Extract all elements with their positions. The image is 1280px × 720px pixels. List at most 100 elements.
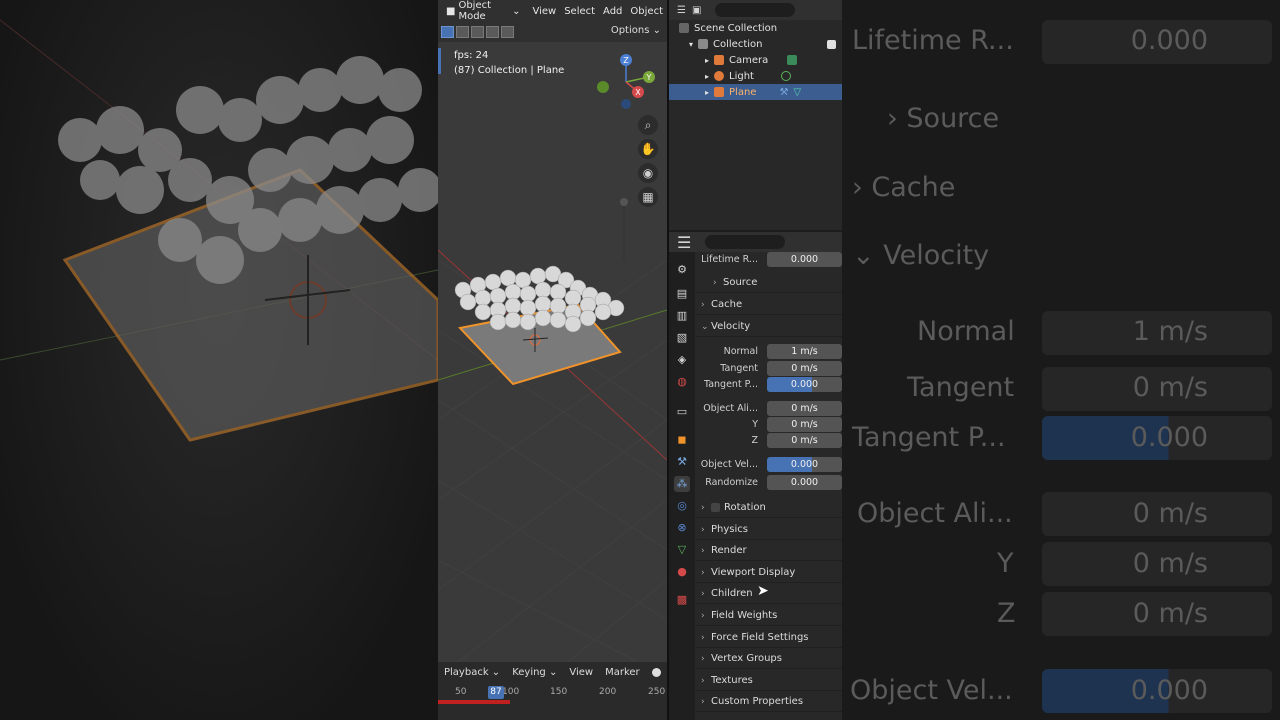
select-new-icon[interactable]: [441, 26, 454, 38]
timeline-header: Playback ⌄ Keying ⌄ View Marker: [438, 662, 667, 682]
select-intersect-icon[interactable]: [501, 26, 514, 38]
outliner-search-input[interactable]: [715, 3, 796, 17]
bg-tangent-phase-label: Tangent P...: [852, 422, 1006, 453]
record-icon[interactable]: [651, 667, 661, 677]
timeline[interactable]: Playback ⌄ Keying ⌄ View Marker 50 100 1…: [438, 662, 667, 720]
wrench-icon[interactable]: ⚒: [779, 87, 788, 98]
blender-window: ■ Object Mode ⌄ View Select Add Object O…: [438, 0, 842, 720]
tangent-field[interactable]: 0 m/s: [767, 361, 842, 376]
camera-object-icon: [714, 55, 725, 65]
view-layer-tab-icon[interactable]: ▧: [674, 330, 690, 346]
camera-icon[interactable]: ◉: [638, 163, 658, 183]
object-velocity-field[interactable]: 0.000: [767, 457, 842, 472]
velocity-panel[interactable]: ⌄ Velocity: [695, 317, 842, 337]
field-weights-panel[interactable]: › Field Weights: [695, 606, 842, 626]
menu-marker[interactable]: Marker: [605, 667, 640, 678]
mesh-data-icon[interactable]: ▽: [793, 87, 801, 98]
editor-type-icon[interactable]: ☰: [677, 5, 686, 16]
outliner-item-camera[interactable]: ▸ Camera: [669, 52, 842, 68]
data-tab-icon[interactable]: ▽: [674, 542, 690, 558]
background-scene-graphic: [0, 19, 438, 442]
modifier-tab-icon[interactable]: ⚒: [674, 454, 690, 470]
outliner-item-light[interactable]: ▸ Light: [669, 68, 842, 84]
output-tab-icon[interactable]: ▥: [674, 308, 690, 324]
viewport-display-label: Viewport Display: [711, 567, 796, 578]
light-data-icon[interactable]: [780, 71, 791, 81]
rotation-panel[interactable]: › Rotation: [695, 498, 842, 518]
gizmo-neg-y-axis[interactable]: [597, 81, 609, 93]
tangent-label: Tangent: [720, 363, 758, 374]
render-tab-icon[interactable]: ▤: [674, 286, 690, 302]
source-subpanel[interactable]: › Source: [695, 273, 842, 293]
options-dropdown[interactable]: Options ⌄: [611, 25, 661, 36]
scene-tab-icon[interactable]: ◈: [674, 352, 690, 368]
3d-viewport[interactable]: ■ Object Mode ⌄ View Select Add Object O…: [438, 0, 667, 662]
grid-icon[interactable]: ▦: [638, 187, 658, 207]
object-align-x-field[interactable]: 0 m/s: [767, 401, 842, 416]
physics-tab-icon[interactable]: ◎: [674, 498, 690, 514]
menu-playback[interactable]: Playback ⌄: [444, 667, 500, 678]
playhead[interactable]: 87: [488, 686, 504, 699]
menu-add[interactable]: Add: [603, 6, 622, 17]
properties-search-input[interactable]: [705, 235, 786, 249]
physics-panel[interactable]: › Physics: [695, 520, 842, 540]
menu-timeline-view[interactable]: View: [569, 667, 593, 678]
vertex-groups-panel[interactable]: › Vertex Groups: [695, 649, 842, 669]
menu-object[interactable]: Object: [630, 6, 663, 17]
collection-tab-icon[interactable]: ▭: [674, 404, 690, 420]
collection-label: Collection: [713, 38, 763, 50]
editor-type-icon[interactable]: ☰: [677, 233, 691, 252]
force-field-settings-panel[interactable]: › Force Field Settings: [695, 628, 842, 648]
outliner-scene-collection[interactable]: Scene Collection: [669, 20, 842, 36]
mode-selector[interactable]: ■ Object Mode ⌄: [442, 0, 524, 23]
outliner-item-collection[interactable]: ▾ Collection: [669, 36, 842, 52]
outliner: ☰ ▣ Scene Collection ▾ Collection ▸ Came…: [669, 0, 842, 230]
gizmo-neg-z-axis[interactable]: [621, 99, 631, 109]
menu-select[interactable]: Select: [564, 6, 595, 17]
zoom-icon[interactable]: ⌕: [638, 115, 658, 135]
world-tab-icon[interactable]: ◍: [674, 374, 690, 390]
navigation-gizmo[interactable]: Z Y X: [596, 52, 660, 116]
randomize-field[interactable]: 0.000: [767, 475, 842, 490]
menu-keying[interactable]: Keying ⌄: [512, 667, 557, 678]
textures-panel[interactable]: › Textures: [695, 671, 842, 691]
chevron-right-icon: ›: [701, 568, 705, 578]
normal-label: Normal: [723, 346, 758, 357]
menu-view[interactable]: View: [532, 6, 556, 17]
viewport-display-panel[interactable]: › Viewport Display: [695, 563, 842, 583]
object-tab-icon[interactable]: ◼: [674, 432, 690, 448]
lifetime-random-field[interactable]: 0.000: [767, 252, 842, 267]
select-extend-icon[interactable]: [456, 26, 469, 38]
camera-data-icon[interactable]: [787, 55, 798, 65]
bg-cache-label: › Cache: [852, 172, 955, 203]
object-velocity-label: Object Vel...: [700, 459, 758, 470]
normal-field[interactable]: 1 m/s: [767, 344, 842, 359]
scene-collection-label: Scene Collection: [694, 22, 778, 34]
object-align-y-field[interactable]: 0 m/s: [767, 417, 842, 432]
properties-editor: ☰ ⚙ ▤ ▥ ▧ ◈ ◍ ▭ ◼ ⚒ ⁂ ◎ ⊗ ▽ ● ▩ Lifetime…: [669, 232, 842, 720]
constraints-tab-icon[interactable]: ⊗: [674, 520, 690, 536]
outliner-item-plane[interactable]: ▸ Plane ⚒ ▽: [669, 84, 842, 100]
select-difference-icon[interactable]: [486, 26, 499, 38]
frame-150: 150: [550, 687, 568, 697]
chevron-right-icon: ▸: [705, 87, 710, 97]
render-panel[interactable]: › Render: [695, 541, 842, 561]
hand-icon[interactable]: ✋: [638, 139, 658, 159]
particles-tab-icon[interactable]: ⁂: [674, 476, 690, 492]
tangent-phase-field[interactable]: 0.000: [767, 377, 842, 392]
object-align-z-field[interactable]: 0 m/s: [767, 433, 842, 448]
display-mode-icon[interactable]: ▣: [692, 5, 701, 16]
cache-panel[interactable]: › Cache: [695, 295, 842, 315]
tool-tab-icon[interactable]: ⚙: [674, 262, 690, 278]
bg-y-label: Y: [997, 548, 1014, 579]
chevron-right-icon: ›: [701, 611, 705, 621]
rotation-checkbox[interactable]: [711, 502, 720, 512]
select-subtract-icon[interactable]: [471, 26, 484, 38]
material-tab-icon[interactable]: ●: [674, 564, 690, 580]
exclude-checkbox[interactable]: [827, 39, 836, 49]
texture-tab-icon[interactable]: ▩: [674, 592, 690, 608]
properties-header: ☰: [669, 232, 842, 252]
vertex-groups-label: Vertex Groups: [711, 653, 782, 664]
properties-tabs: ⚙ ▤ ▥ ▧ ◈ ◍ ▭ ◼ ⚒ ⁂ ◎ ⊗ ▽ ● ▩: [669, 252, 695, 720]
custom-properties-panel[interactable]: › Custom Properties: [695, 692, 842, 712]
